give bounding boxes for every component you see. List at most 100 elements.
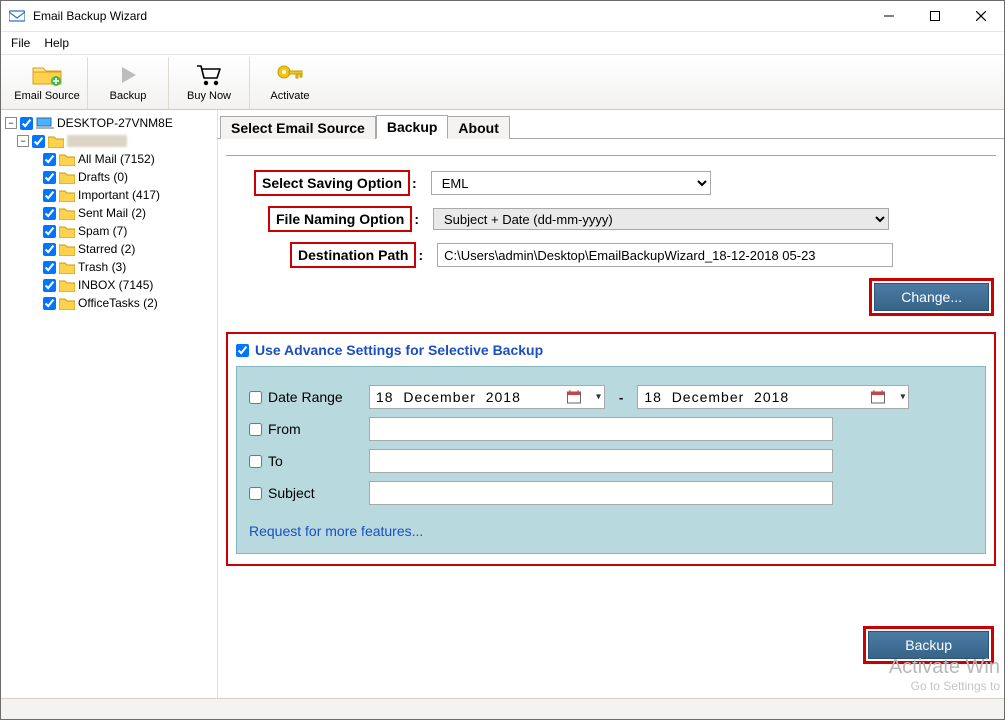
app-icon	[9, 8, 25, 24]
label-to: To	[268, 453, 283, 469]
chevron-down-icon[interactable]: ▾	[596, 392, 601, 403]
highlight-box: Backup	[863, 626, 994, 664]
row-saving-option: Select Saving Option : EML	[226, 170, 996, 196]
tree-folder-item[interactable]: Sent Mail (2)	[43, 204, 213, 222]
tree-folder-item[interactable]: Trash (3)	[43, 258, 213, 276]
tree-folder-checkbox[interactable]	[43, 207, 56, 220]
tree-folder-item[interactable]: Important (417)	[43, 186, 213, 204]
checkbox-subject[interactable]	[249, 487, 262, 500]
tree-folder-item[interactable]: Drafts (0)	[43, 168, 213, 186]
label-destination-path: Destination Path	[290, 242, 416, 268]
tree-account-item[interactable]: −	[17, 132, 213, 150]
advanced-inner: Date Range ▾ - ▾	[236, 366, 986, 554]
play-icon	[118, 62, 138, 88]
tree-folder-label: INBOX (7145)	[78, 278, 153, 292]
menubar: File Help	[1, 32, 1004, 55]
label-saving-option: Select Saving Option	[254, 170, 410, 196]
tree-root-checkbox[interactable]	[20, 117, 33, 130]
folder-icon	[59, 171, 75, 184]
menu-file[interactable]: File	[11, 36, 30, 50]
row-destination-path: Destination Path :	[226, 242, 996, 268]
advanced-settings-box: Use Advance Settings for Selective Backu…	[226, 332, 996, 566]
tree-folder-checkbox[interactable]	[43, 279, 56, 292]
folder-icon	[59, 153, 75, 166]
tree-folder-checkbox[interactable]	[43, 243, 56, 256]
colon: :	[418, 247, 423, 263]
tab-backup[interactable]: Backup	[376, 115, 449, 139]
close-button[interactable]	[958, 1, 1004, 31]
date-from-field[interactable]: ▾	[369, 385, 605, 409]
main-panel: Select Email Source Backup About Select …	[218, 110, 1004, 698]
window-title: Email Backup Wizard	[33, 9, 866, 23]
tree-account-label-blurred	[67, 135, 127, 147]
tree-folder-checkbox[interactable]	[43, 153, 56, 166]
input-from[interactable]	[369, 417, 833, 441]
select-naming-option[interactable]: Subject + Date (dd-mm-yyyy)	[433, 208, 889, 230]
toolbar-backup[interactable]: Backup	[88, 57, 169, 109]
checkbox-advanced-toggle[interactable]	[236, 344, 249, 357]
row-naming-option: File Naming Option : Subject + Date (dd-…	[226, 206, 996, 232]
select-saving-option[interactable]: EML	[431, 171, 711, 195]
checkbox-date-range[interactable]	[249, 391, 262, 404]
toolbar-buy-now-label: Buy Now	[187, 90, 231, 102]
row-subject: Subject	[249, 481, 973, 505]
label-naming-option: File Naming Option	[268, 206, 412, 232]
tab-select-email-source[interactable]: Select Email Source	[220, 116, 376, 139]
tab-about[interactable]: About	[448, 116, 509, 139]
folder-icon	[59, 243, 75, 256]
toolbar-email-source-label: Email Source	[14, 90, 79, 102]
tree-folder-checkbox[interactable]	[43, 261, 56, 274]
tree-folder-item[interactable]: Spam (7)	[43, 222, 213, 240]
date-to-field[interactable]: ▾	[637, 385, 909, 409]
request-features-link[interactable]: Request for more features...	[249, 523, 423, 539]
expander-minus-icon[interactable]: −	[5, 117, 17, 129]
minimize-button[interactable]	[866, 1, 912, 31]
tree-folder-label: OfficeTasks (2)	[78, 296, 158, 310]
label-advanced-toggle: Use Advance Settings for Selective Backu…	[255, 342, 543, 358]
tree-folder-label: All Mail (7152)	[78, 152, 155, 166]
chevron-down-icon[interactable]: ▾	[900, 392, 905, 403]
label-from: From	[268, 421, 301, 437]
checkbox-from[interactable]	[249, 423, 262, 436]
change-button[interactable]: Change...	[874, 283, 989, 311]
input-to[interactable]	[369, 449, 833, 473]
colon: :	[412, 175, 417, 191]
toolbar-activate-label: Activate	[270, 90, 309, 102]
tree-folder-item[interactable]: OfficeTasks (2)	[43, 294, 213, 312]
calendar-icon[interactable]	[871, 390, 885, 404]
menu-help[interactable]: Help	[44, 36, 69, 50]
row-date-range: Date Range ▾ - ▾	[249, 385, 973, 409]
folder-icon	[59, 207, 75, 220]
tree-folder-checkbox[interactable]	[43, 297, 56, 310]
cart-icon	[196, 62, 222, 88]
expander-minus-icon[interactable]: −	[17, 135, 29, 147]
colon: :	[414, 211, 419, 227]
tree-root-item[interactable]: − DESKTOP-27VNM8E	[5, 114, 213, 132]
tree-folder-item[interactable]: All Mail (7152)	[43, 150, 213, 168]
tree-folder-item[interactable]: Starred (2)	[43, 240, 213, 258]
checkbox-to[interactable]	[249, 455, 262, 468]
tabs: Select Email Source Backup About	[218, 116, 1004, 139]
input-date-to[interactable]	[637, 385, 909, 409]
tree-folder-label: Starred (2)	[78, 242, 135, 256]
window-controls	[866, 1, 1004, 31]
toolbar-email-source[interactable]: Email Source	[7, 57, 88, 109]
folder-icon	[59, 279, 75, 292]
tree-folder-label: Trash (3)	[78, 260, 126, 274]
tree-folder-checkbox[interactable]	[43, 189, 56, 202]
folder-icon	[59, 189, 75, 202]
calendar-icon[interactable]	[567, 390, 581, 404]
input-destination-path[interactable]	[437, 243, 893, 267]
toolbar-buy-now[interactable]: Buy Now	[169, 57, 250, 109]
tree-panel: − DESKTOP-27VNM8E −	[1, 110, 218, 698]
tree-folder-checkbox[interactable]	[43, 225, 56, 238]
backup-button[interactable]: Backup	[868, 631, 989, 659]
tree-folder-item[interactable]: INBOX (7145)	[43, 276, 213, 294]
maximize-button[interactable]	[912, 1, 958, 31]
toolbar-activate[interactable]: Activate	[250, 57, 330, 109]
folder-plus-icon	[32, 62, 62, 88]
tree-account-checkbox[interactable]	[32, 135, 45, 148]
tree-folder-checkbox[interactable]	[43, 171, 56, 184]
input-subject[interactable]	[369, 481, 833, 505]
tree-folder-label: Important (417)	[78, 188, 160, 202]
